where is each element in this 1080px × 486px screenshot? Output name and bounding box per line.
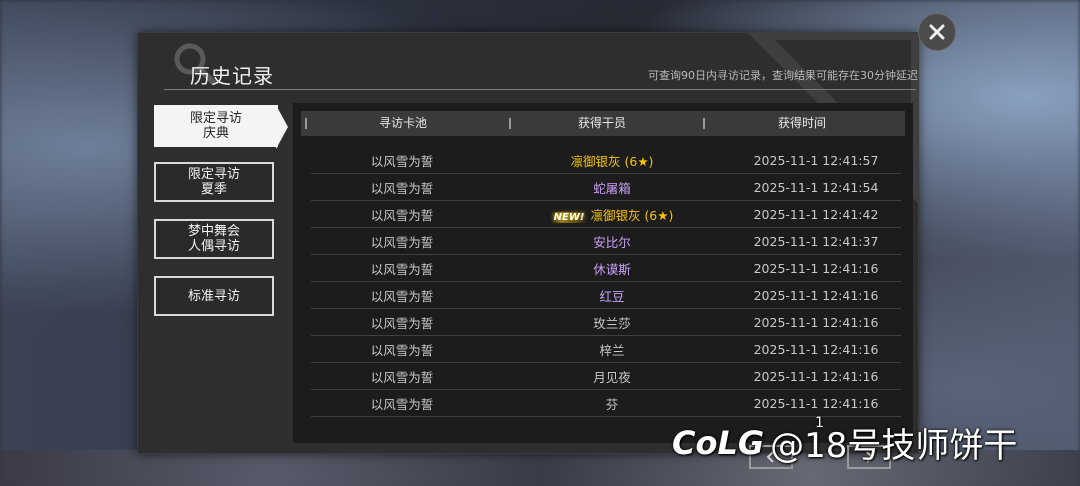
- pool-cell: 以风雪为誓: [370, 153, 434, 169]
- tab-dream-ball[interactable]: 梦中舞会 人偶寻访: [154, 219, 274, 259]
- watermark: CoLG @18号技师饼干: [672, 418, 1017, 467]
- table-row: 以风雪为誓 休谟斯 2025-11-1 12:41:16: [311, 255, 901, 282]
- operator-name: 安比尔: [593, 234, 631, 250]
- close-icon: [929, 24, 945, 40]
- operator-name: 芬: [605, 396, 619, 412]
- time-cell: 2025-11-1 12:41:16: [753, 287, 879, 303]
- operator-cell: 月见夜: [493, 367, 731, 386]
- dialog-subtitle: 可查询90日内寻访记录，查询结果可能存在30分钟延迟: [648, 69, 918, 82]
- operator-cell: 芬: [493, 394, 731, 413]
- column-header-time: 获得时间: [699, 111, 905, 136]
- time-cell: 2025-11-1 12:41:54: [753, 179, 879, 195]
- pool-cell: 以风雪为誓: [370, 261, 434, 277]
- tab-limited-summer[interactable]: 限定寻访 夏季: [154, 162, 274, 202]
- table-row: 以风雪为誓 月见夜 2025-11-1 12:41:16: [311, 363, 901, 390]
- watermark-logo: CoLG: [672, 423, 765, 462]
- operator-cell: 红豆: [493, 286, 731, 305]
- pool-cell: 以风雪为誓: [370, 207, 434, 223]
- close-button[interactable]: [918, 13, 956, 51]
- operator-cell: 安比尔: [493, 232, 731, 251]
- tab-label: 限定寻访 夏季: [187, 167, 240, 197]
- operator-name: 红豆: [599, 288, 625, 304]
- operator-cell: NEW! 凛御银灰 (6★): [493, 205, 731, 224]
- tab-limited-celebration[interactable]: 限定寻访 庆典: [154, 105, 288, 149]
- time-cell: 2025-11-1 12:41:16: [753, 395, 879, 411]
- pool-cell: 以风雪为誓: [370, 234, 434, 250]
- table-row: 以风雪为誓 红豆 2025-11-1 12:41:16: [311, 282, 901, 309]
- table-row: 以风雪为誓 梓兰 2025-11-1 12:41:16: [311, 336, 901, 363]
- time-cell: 2025-11-1 12:41:42: [753, 206, 879, 222]
- operator-name: 休谟斯: [593, 261, 631, 277]
- table-row: 以风雪为誓 玫兰莎 2025-11-1 12:41:16: [311, 309, 901, 336]
- operator-cell: 凛御银灰 (6★): [493, 151, 731, 170]
- header-divider: [164, 89, 916, 90]
- time-cell: 2025-11-1 12:41:16: [753, 368, 879, 384]
- pool-cell: 以风雪为誓: [370, 315, 434, 331]
- pool-cell: 以风雪为誓: [370, 396, 434, 412]
- history-table: 寻访卡池 获得干员 获得时间 以风雪为誓 凛御银灰 (6★) 2025-11-1 1…: [293, 103, 913, 469]
- operator-cell: 蛇屠箱: [493, 178, 731, 197]
- pool-cell: 以风雪为誓: [370, 369, 434, 385]
- history-dialog: 历史记录 可查询90日内寻访记录，查询结果可能存在30分钟延迟 限定寻访 庆典 …: [137, 32, 919, 469]
- table-row: 以风雪为誓 芬 2025-11-1 12:41:16: [311, 390, 901, 417]
- column-header-pool: 寻访卡池: [301, 111, 505, 136]
- table-row: 以风雪为誓 蛇屠箱 2025-11-1 12:41:54: [311, 174, 901, 201]
- dialog-title: 历史记录: [190, 64, 274, 88]
- watermark-text: @18号技师饼干: [770, 426, 1018, 466]
- pool-cell: 以风雪为誓: [370, 288, 434, 304]
- operator-cell: 梓兰: [493, 340, 731, 359]
- time-cell: 2025-11-1 12:41:37: [753, 233, 879, 249]
- column-header-operator: 获得干员: [505, 111, 699, 136]
- tab-standard[interactable]: 标准寻访: [154, 276, 274, 316]
- operator-cell: 休谟斯: [493, 259, 731, 278]
- tab-label: 限定寻访 庆典: [189, 111, 242, 141]
- table-row: 以风雪为誓 凛御银灰 (6★) 2025-11-1 12:41:57: [311, 147, 901, 174]
- time-cell: 2025-11-1 12:41:16: [753, 314, 879, 330]
- pool-cell: 以风雪为誓: [370, 342, 434, 358]
- table-body: 以风雪为誓 凛御银灰 (6★) 2025-11-1 12:41:57 以风雪为誓 蛇屠箱…: [311, 147, 901, 417]
- time-cell: 2025-11-1 12:41:16: [753, 341, 879, 357]
- tab-label: 标准寻访: [187, 288, 240, 304]
- time-cell: 2025-11-1 12:41:57: [753, 152, 879, 168]
- pool-cell: 以风雪为誓: [370, 180, 434, 196]
- operator-name: 凛御银灰 (6★): [570, 153, 654, 169]
- table-row: 以风雪为誓 安比尔 2025-11-1 12:41:37: [311, 228, 901, 255]
- new-badge: NEW!: [550, 211, 588, 223]
- operator-name: 玫兰莎: [593, 315, 631, 331]
- table-row: 以风雪为誓 NEW! 凛御银灰 (6★) 2025-11-1 12:41:42: [311, 201, 901, 228]
- operator-name: 月见夜: [593, 369, 631, 385]
- tab-label: 梦中舞会 人偶寻访: [187, 224, 240, 254]
- operator-name: 蛇屠箱: [593, 180, 631, 196]
- operator-name: 凛御银灰 (6★): [590, 207, 674, 223]
- operator-cell: 玫兰莎: [493, 313, 731, 332]
- operator-name: 梓兰: [599, 342, 625, 358]
- time-cell: 2025-11-1 12:41:16: [753, 260, 879, 276]
- table-header: 寻访卡池 获得干员 获得时间: [301, 111, 905, 136]
